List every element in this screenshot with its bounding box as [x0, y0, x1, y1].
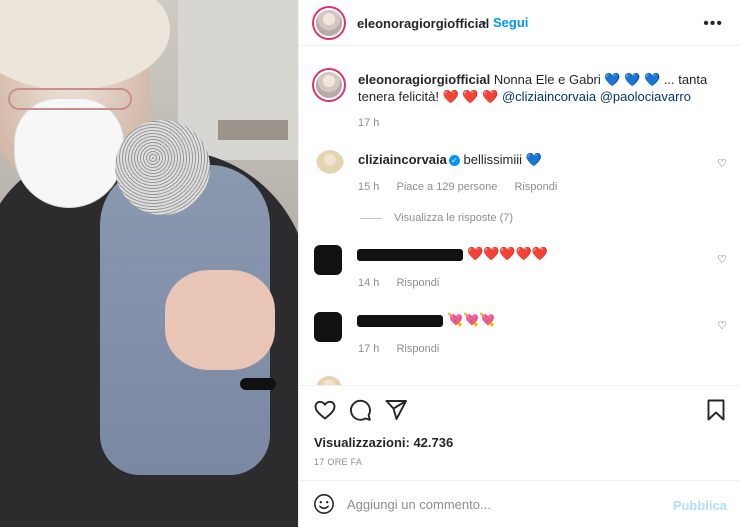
comment-2-reply-button[interactable]: Rispondi: [396, 277, 439, 289]
follow-button[interactable]: Segui: [493, 15, 528, 30]
comment-avatar[interactable]: [316, 376, 342, 385]
comment-2-emoji: ❤️❤️❤️❤️❤️: [467, 246, 548, 261]
photo-hand: [165, 270, 275, 370]
comment-1-username[interactable]: cliziaincorvaia: [358, 152, 447, 167]
comment-3-emoji: 💘💘💘: [447, 312, 496, 327]
comment-bubble-icon[interactable]: [348, 398, 372, 422]
author-username[interactable]: eleonoragiorgiofficial: [357, 16, 489, 31]
photo-glasses: [8, 88, 132, 110]
caption: eleonoragiorgiofficial Nonna Ele e Gabri…: [358, 71, 728, 105]
comment-3-heart-icon[interactable]: ♡: [717, 319, 727, 332]
comment-1-text: bellissimiii: [463, 152, 523, 167]
comment-1-reply-button[interactable]: Rispondi: [514, 181, 557, 193]
mention-clizia[interactable]: @cliziaincorvaia: [502, 89, 596, 104]
comment-3: 💘💘💘: [447, 312, 496, 328]
author-avatar[interactable]: [314, 8, 344, 38]
comment-3-reply-button[interactable]: Rispondi: [396, 343, 439, 355]
comment-3-meta: 17 h Rispondi: [358, 343, 453, 355]
photo-background-shelf: [218, 120, 288, 140]
view-replies-button[interactable]: Visualizza le risposte (7): [360, 212, 513, 224]
photo-bracelet: [240, 378, 276, 390]
comment-input[interactable]: [347, 493, 657, 515]
publish-button[interactable]: Pubblica: [673, 498, 727, 513]
caption-text-1: Nonna Ele e Gabri: [493, 72, 601, 87]
caption-time: 17 h: [358, 117, 380, 129]
comment-1-meta: 15 h Piace a 129 persone Rispondi: [358, 181, 571, 193]
comment-avatar[interactable]: [314, 312, 342, 342]
comment-avatar[interactable]: [316, 150, 344, 178]
comment-2-time: 14 h: [358, 277, 380, 289]
comment-1-emoji: 💙: [525, 152, 542, 167]
mention-paolo[interactable]: @paolociavarro: [600, 89, 691, 104]
emoji-icon[interactable]: [313, 493, 335, 515]
comment-avatar[interactable]: [314, 245, 342, 275]
comment-3-time: 17 h: [358, 343, 380, 355]
post-video[interactable]: [0, 0, 298, 527]
replies-line: [360, 217, 382, 219]
share-send-icon[interactable]: [384, 398, 408, 422]
comment-1: cliziaincorvaia ✓ bellissimiii 💙: [358, 152, 542, 168]
blue-hearts-emoji: 💙 💙 💙: [604, 72, 661, 87]
header-separator: •: [482, 16, 487, 30]
caption-username[interactable]: eleonoragiorgiofficial: [358, 72, 490, 87]
comment-2-meta: 14 h Rispondi: [358, 277, 453, 289]
post-side-panel: eleonoragiorgiofficial • Segui ••• eleon…: [298, 0, 740, 527]
more-options-icon[interactable]: •••: [703, 15, 723, 33]
post-actions: Visualizzazioni: 42.736 17 ORE FA: [299, 385, 740, 480]
comment-1-time: 15 h: [358, 181, 380, 193]
save-bookmark-icon[interactable]: [704, 398, 728, 422]
photo-baby-blurred-face: [115, 120, 210, 215]
verified-badge-icon: ✓: [448, 155, 460, 166]
comment-3-username-redacted: [357, 315, 443, 327]
like-heart-icon[interactable]: [313, 398, 337, 422]
comment-1-likes[interactable]: Piace a 129 persone: [396, 181, 497, 193]
comment-2-heart-icon[interactable]: ♡: [717, 253, 727, 266]
view-replies-label: Visualizza le risposte (7): [394, 212, 514, 224]
red-hearts-emoji: ❤️ ❤️ ❤️: [442, 89, 499, 104]
comment-2-username-redacted: [357, 249, 463, 261]
caption-meta: 17 h: [358, 117, 393, 129]
caption-avatar[interactable]: [314, 70, 344, 100]
add-comment-bar: Pubblica: [299, 480, 740, 527]
comment-2: ❤️❤️❤️❤️❤️: [467, 246, 548, 262]
comment-1-heart-icon[interactable]: ♡: [717, 157, 727, 170]
post-header: eleonoragiorgiofficial • Segui •••: [299, 0, 740, 46]
post-time: 17 ORE FA: [314, 457, 363, 467]
views-count: Visualizzazioni: 42.736: [314, 435, 454, 450]
comments-list[interactable]: eleonoragiorgiofficial Nonna Ele e Gabri…: [299, 47, 740, 385]
photo-face-mask: [14, 98, 124, 208]
